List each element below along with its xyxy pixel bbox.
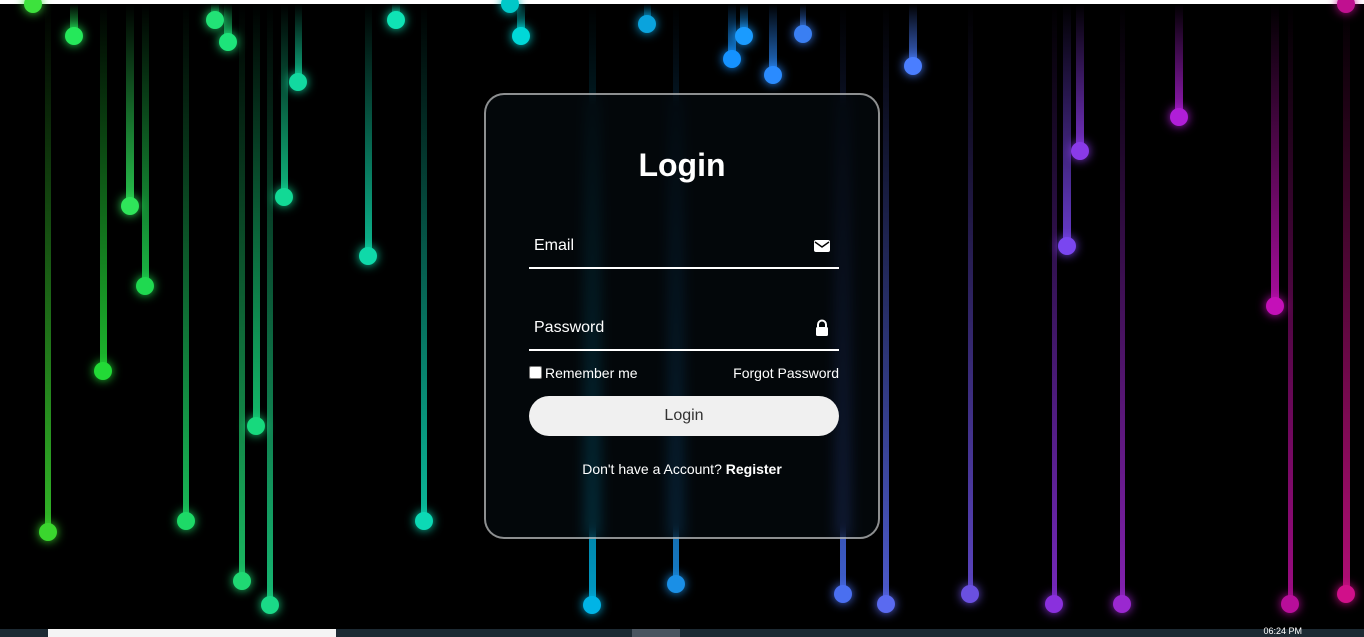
neon-streak-head <box>764 66 782 84</box>
neon-streak <box>1063 4 1071 246</box>
login-card: Login Email Password Remember me Forgot … <box>484 93 880 539</box>
login-button[interactable]: Login <box>529 396 839 436</box>
neon-streak-head <box>1281 595 1299 613</box>
neon-streak-head <box>219 33 237 51</box>
neon-streak-head <box>723 50 741 68</box>
neon-streak-head <box>387 11 405 29</box>
neon-streak <box>45 4 51 532</box>
neon-streak-head <box>121 197 139 215</box>
neon-streak-head <box>177 512 195 530</box>
neon-streak-head <box>1045 595 1063 613</box>
neon-streak-head <box>1337 585 1355 603</box>
neon-streak-head <box>233 572 251 590</box>
neon-streak <box>252 4 260 426</box>
neon-streak-head <box>415 512 433 530</box>
taskbar-search[interactable] <box>48 629 336 637</box>
login-title: Login <box>638 147 726 183</box>
register-link[interactable]: Register <box>726 461 782 477</box>
neon-streak-head <box>904 57 922 75</box>
password-label: Password <box>534 319 605 336</box>
neon-streak <box>1287 4 1293 604</box>
neon-streak-head <box>583 596 601 614</box>
neon-streak <box>1076 4 1084 151</box>
email-field[interactable]: Email <box>529 227 839 269</box>
neon-streak <box>99 4 107 371</box>
neon-streak-head <box>1058 237 1076 255</box>
neon-streak <box>126 4 134 206</box>
neon-streak <box>280 4 288 197</box>
neon-streak-head <box>65 27 83 45</box>
remember-row: Remember me Forgot Password <box>529 364 839 384</box>
neon-streak <box>1119 4 1125 604</box>
neon-streak-head <box>24 0 42 13</box>
neon-streak <box>1342 4 1350 594</box>
neon-streak-head <box>275 188 293 206</box>
neon-streak <box>183 4 189 521</box>
neon-streak <box>141 4 149 286</box>
neon-streak-head <box>735 27 753 45</box>
neon-streak <box>421 4 427 521</box>
lock-icon <box>816 319 828 336</box>
neon-streak-head <box>1113 595 1131 613</box>
neon-streak-head <box>247 417 265 435</box>
neon-streak <box>294 4 302 82</box>
neon-streak-head <box>834 585 852 603</box>
taskbar: 06:24 PM <box>0 626 1364 637</box>
neon-streak-head <box>794 25 812 43</box>
taskbar-app[interactable] <box>632 629 680 637</box>
neon-streak-head <box>1266 297 1284 315</box>
neon-streak-head <box>512 27 530 45</box>
neon-streak-head <box>961 585 979 603</box>
neon-streak-head <box>877 595 895 613</box>
forgot-password-link[interactable]: Forgot Password <box>733 365 839 381</box>
neon-streak-head <box>136 277 154 295</box>
neon-streak-head <box>1071 142 1089 160</box>
taskbar-clock: 06:24 PM <box>1263 626 1302 636</box>
neon-streak <box>364 4 372 256</box>
neon-streak <box>1271 4 1279 306</box>
password-field[interactable]: Password <box>529 309 839 351</box>
remember-label[interactable]: Remember me <box>545 365 638 381</box>
neon-streak-head <box>206 11 224 29</box>
neon-streak-head <box>638 15 656 33</box>
remember-checkbox[interactable] <box>529 366 542 379</box>
neon-streak <box>1175 4 1183 117</box>
neon-streak-head <box>94 362 112 380</box>
neon-streak <box>967 4 973 594</box>
neon-streak-head <box>359 247 377 265</box>
neon-streak-head <box>261 596 279 614</box>
neon-streak-head <box>1337 0 1355 13</box>
neon-streak <box>267 4 273 605</box>
neon-streak-head <box>667 575 685 593</box>
neon-streak <box>239 4 245 581</box>
register-prompt: Don't have a Account? <box>582 461 722 477</box>
neon-streak-head <box>289 73 307 91</box>
email-label: Email <box>534 237 575 254</box>
neon-streak <box>1051 4 1057 604</box>
envelope-icon <box>814 240 830 252</box>
neon-streak <box>769 4 777 75</box>
neon-streak-head <box>39 523 57 541</box>
neon-streak <box>883 4 889 604</box>
register-row: Don't have a Account? Register <box>486 461 878 477</box>
neon-streak-head <box>1170 108 1188 126</box>
